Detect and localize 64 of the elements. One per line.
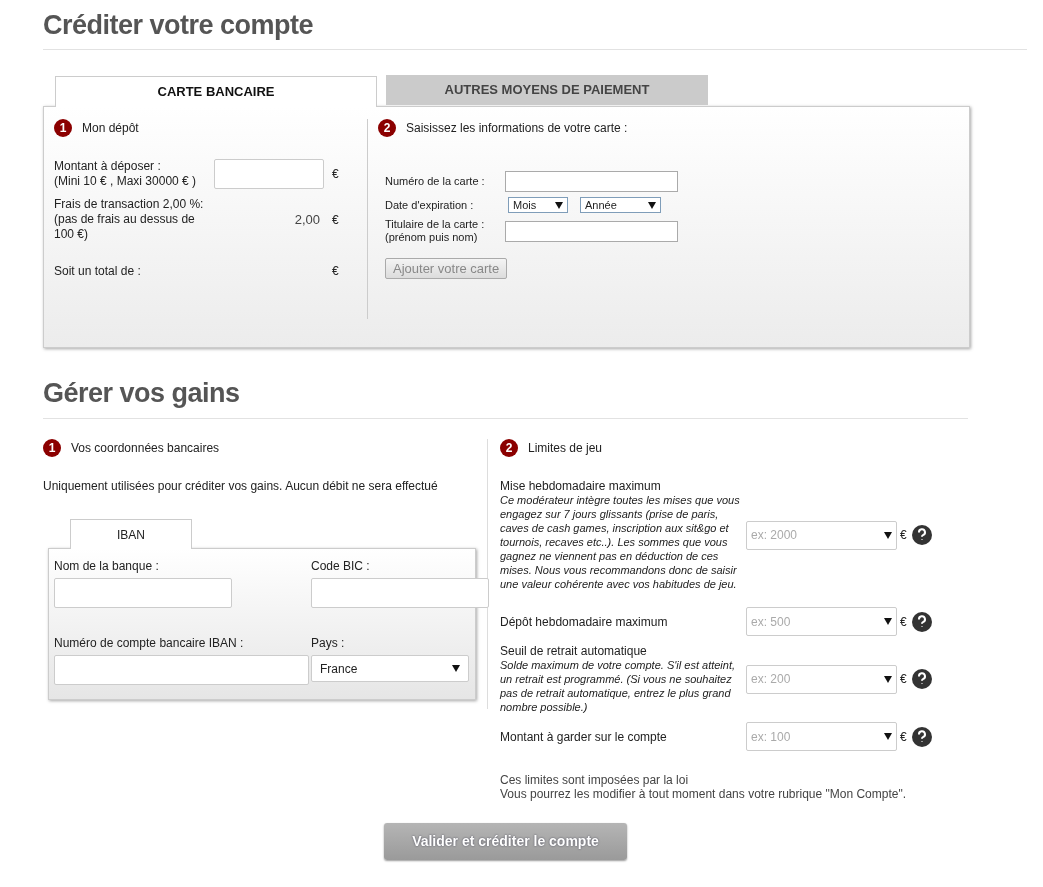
help-icon[interactable] — [911, 611, 932, 632]
limit-description: Solde maximum de votre compte. S'il est atteint, un retrait est programmé. (Si vous ne souhaitez pas de retrait automatique, entrez le plus grand nombre possible.) — [500, 658, 737, 714]
currency-symbol: € — [332, 166, 339, 183]
bank-field-label: Pays : — [311, 635, 346, 652]
card-field-label: Titulaire de la carte : (prénom puis nom) — [385, 218, 486, 244]
limit-placeholder: ex: 100 — [751, 728, 791, 746]
intro-text: Uniquement utilisées pour créditer vos gains. Aucun débit ne sera effectué — [43, 478, 439, 495]
expiry-select[interactable]: Mois — [508, 197, 568, 213]
bank-input[interactable] — [54, 578, 232, 608]
help-icon[interactable] — [911, 525, 932, 545]
iban-tab[interactable]: IBAN — [70, 519, 192, 549]
limit-label: Mise hebdomadaire maximum — [500, 479, 662, 493]
currency-symbol: € — [900, 613, 907, 631]
limits-note: Vous pourrez les modifier à tout moment dans votre rubrique "Mon Compte". — [500, 787, 908, 801]
amount-label: Soit un total de : — [54, 263, 142, 279]
limit-placeholder: ex: 500 — [751, 613, 791, 631]
card-input[interactable] — [505, 220, 678, 242]
card-field-label: Numéro de la carte : — [385, 175, 486, 188]
bank-input[interactable] — [311, 578, 489, 608]
step-title: Vos coordonnées bancaires — [71, 440, 220, 457]
bank-field-label: Code BIC : — [311, 558, 371, 575]
limit-placeholder: ex: 2000 — [751, 527, 798, 544]
limits-note: Ces limites sont imposées par la loi — [500, 773, 690, 787]
card-input[interactable] — [505, 171, 678, 192]
currency-symbol: € — [900, 527, 907, 544]
limit-label: Dépôt hebdomadaire maximum — [500, 614, 669, 629]
caret-icon — [648, 201, 656, 209]
caret-icon — [884, 531, 892, 539]
step-title: Limites de jeu — [528, 440, 603, 457]
step-number-badge: 2 — [500, 439, 518, 457]
amount-input[interactable] — [214, 159, 324, 189]
bank-field-label: Numéro de compte bancaire IBAN : — [54, 635, 245, 652]
step-number-badge: 1 — [54, 119, 72, 137]
currency-symbol: € — [332, 211, 339, 229]
country-select[interactable]: France — [311, 655, 469, 682]
amount-label: Frais de transaction 2,00 %: (pas de frais au dessus de 100 €) — [54, 197, 205, 242]
limit-placeholder: ex: 200 — [751, 671, 791, 688]
bank-input[interactable] — [54, 655, 309, 685]
payment-tab[interactable]: AUTRES MOYENS DE PAIEMENT — [386, 75, 708, 105]
caret-icon — [884, 733, 892, 740]
card-field-label: Date d'expiration : — [385, 198, 475, 212]
limit-description: Ce modérateur intègre toutes les mises que vous engagez sur 7 jours glissants (prise de paris, caves de cash games, inscription aux sit&go et tournois, recaves etc..). Les sommes que vous gagnez ne viennent pas en déduction de ces mises. Nous vous recommandons donc de saisir une valeur cohérente avec vos habitudes de jeu. — [500, 493, 741, 591]
currency-symbol: € — [900, 728, 907, 746]
page-title: Créditer votre compte — [43, 10, 315, 40]
caret-icon — [884, 618, 892, 625]
limit-label: Montant à garder sur le compte — [500, 729, 668, 744]
caret-icon — [555, 201, 563, 209]
currency-symbol: € — [332, 263, 339, 280]
help-icon[interactable] — [911, 669, 932, 689]
step-number-badge: 1 — [43, 439, 61, 457]
help-icon[interactable] — [911, 726, 932, 747]
step-number-badge: 2 — [378, 119, 396, 137]
limit-label: Seuil de retrait automatique — [500, 644, 648, 658]
caret-icon — [452, 665, 460, 672]
amount-label: Montant à déposer : (Mini 10 € , Maxi 30000 € ) — [54, 159, 198, 189]
currency-symbol: € — [900, 671, 907, 688]
bank-field-label: Nom de la banque : — [54, 558, 160, 575]
caret-icon — [884, 675, 892, 683]
payment-tab[interactable]: CARTE BANCAIRE — [55, 76, 377, 107]
expiry-select[interactable]: Année — [580, 197, 661, 213]
step-title: Saisissez les informations de votre carte : — [406, 120, 628, 137]
section-title: Gérer vos gains — [43, 378, 241, 408]
fee-amount: 2,00 — [294, 210, 321, 229]
step-title: Mon dépôt — [82, 120, 139, 137]
